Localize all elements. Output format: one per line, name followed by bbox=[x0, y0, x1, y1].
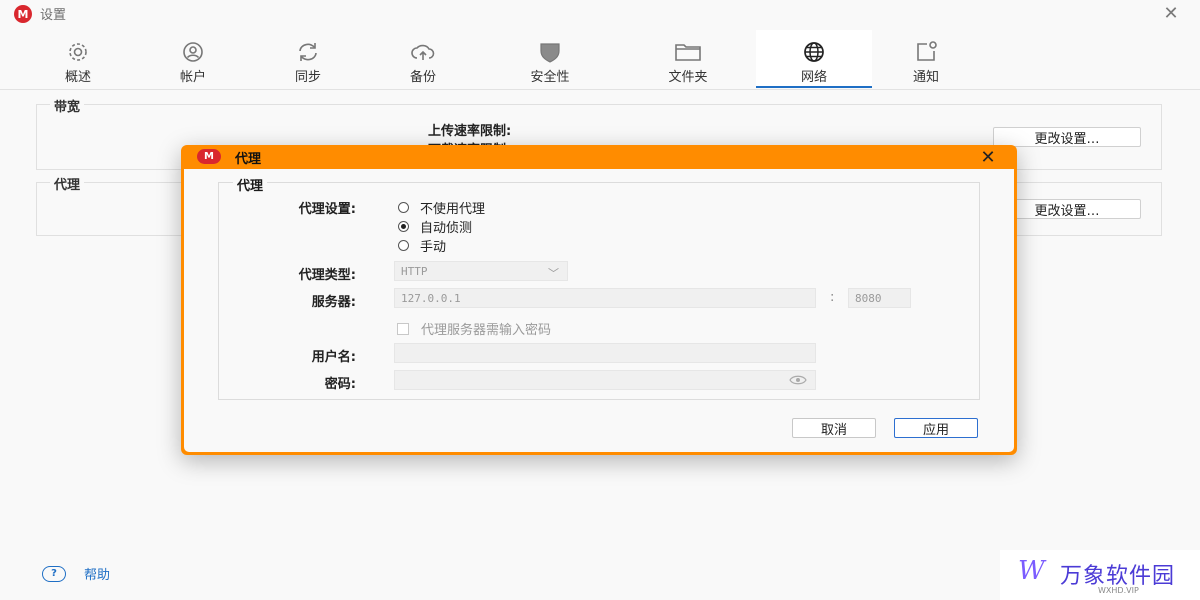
window-close-button[interactable]: ✕ bbox=[1160, 2, 1182, 24]
dialog-logo-icon: M bbox=[197, 149, 221, 164]
help-label: 帮助 bbox=[84, 568, 111, 583]
help-icon: ? bbox=[42, 565, 66, 582]
radio-manual[interactable]: 手动 bbox=[398, 236, 446, 255]
server-label: 服务器: bbox=[311, 295, 356, 310]
globe-icon bbox=[799, 40, 829, 64]
radio-circle[interactable] bbox=[398, 202, 409, 213]
tab-label: 文件夹 bbox=[668, 70, 708, 85]
checkbox-box[interactable] bbox=[397, 322, 409, 335]
tab-account[interactable]: 帐户 bbox=[155, 30, 231, 88]
radio-auto-detect[interactable]: 自动侦测 bbox=[398, 217, 472, 236]
radio-label: 自动侦测 bbox=[420, 221, 473, 236]
port-value: 8080 bbox=[855, 291, 882, 305]
folder-icon bbox=[673, 40, 703, 64]
gear-icon bbox=[63, 40, 93, 64]
tab-notifications[interactable]: 通知 bbox=[888, 30, 964, 88]
tabbar-divider bbox=[0, 89, 1200, 90]
watermark: W 万象软件园 WXHD.VIP bbox=[1000, 550, 1200, 600]
checkbox-label: 代理服务器需输入密码 bbox=[421, 323, 552, 338]
dialog-close-button[interactable]: ✕ bbox=[977, 146, 999, 168]
proxy-type-label: 代理类型: bbox=[298, 268, 356, 283]
apply-button[interactable]: 应用 bbox=[894, 418, 978, 438]
tab-label: 安全性 bbox=[530, 70, 570, 85]
cancel-button[interactable]: 取消 bbox=[792, 418, 876, 438]
radio-no-proxy[interactable]: 不使用代理 bbox=[398, 198, 485, 217]
tab-security[interactable]: 安全性 bbox=[510, 30, 590, 88]
watermark-logo-icon: W bbox=[1018, 556, 1045, 586]
server-value: 127.0.0.1 bbox=[401, 291, 461, 305]
watermark-subtext: WXHD.VIP bbox=[1098, 586, 1139, 595]
window-title: 设置 bbox=[40, 8, 67, 23]
tab-overview[interactable]: 概述 bbox=[40, 30, 116, 88]
window-titlebar: M 设置 ✕ bbox=[0, 0, 1200, 26]
radio-circle[interactable] bbox=[398, 240, 409, 251]
proxy-dialog: M 代理 ✕ 代理 代理设置: 不使用代理 自动侦测 手动 代理类型: HTTP… bbox=[181, 145, 1017, 455]
tab-backup[interactable]: 备份 bbox=[385, 30, 461, 88]
bandwidth-change-settings-button[interactable]: 更改设置… bbox=[993, 127, 1141, 147]
password-input[interactable] bbox=[394, 370, 816, 390]
chevron-down-icon: ﹀ bbox=[548, 267, 559, 280]
proxy-setting-label: 代理设置: bbox=[298, 202, 356, 217]
proxy-settings-group-title: 代理 bbox=[233, 175, 268, 194]
tab-network[interactable]: 网络 bbox=[756, 30, 872, 88]
app-logo-icon: M bbox=[14, 5, 32, 23]
radio-circle-selected[interactable] bbox=[398, 221, 409, 232]
radio-label: 手动 bbox=[420, 240, 447, 255]
port-separator: : bbox=[830, 290, 835, 305]
radio-label: 不使用代理 bbox=[420, 202, 486, 217]
help-link[interactable]: ? 帮助 bbox=[42, 564, 110, 583]
tab-label: 备份 bbox=[409, 70, 436, 85]
eye-icon[interactable] bbox=[789, 375, 807, 385]
dialog-titlebar: M 代理 ✕ bbox=[181, 145, 1017, 169]
password-label: 密码: bbox=[324, 377, 356, 392]
bandwidth-group-title: 带宽 bbox=[50, 96, 85, 115]
account-icon bbox=[178, 40, 208, 64]
auth-required-checkbox[interactable]: 代理服务器需输入密码 bbox=[397, 319, 551, 338]
tab-label: 帐户 bbox=[179, 70, 206, 85]
notification-icon bbox=[911, 40, 941, 64]
dialog-body: 代理 代理设置: 不使用代理 自动侦测 手动 代理类型: HTTP ﹀ 服务器:… bbox=[184, 169, 1014, 452]
dialog-title: 代理 bbox=[235, 152, 262, 167]
username-label: 用户名: bbox=[311, 350, 356, 365]
settings-tabbar: 概述 帐户 同步 备份 安全性 文件夹 网络 通知 bbox=[0, 30, 1200, 90]
username-input[interactable] bbox=[394, 343, 816, 363]
tab-label: 概述 bbox=[64, 70, 91, 85]
tab-label: 通知 bbox=[912, 70, 939, 85]
tab-folders[interactable]: 文件夹 bbox=[648, 30, 728, 88]
cloud-upload-icon bbox=[408, 40, 438, 64]
tab-label: 网络 bbox=[800, 70, 827, 85]
sync-icon bbox=[293, 40, 323, 64]
server-input[interactable]: 127.0.0.1 bbox=[394, 288, 816, 308]
tab-label: 同步 bbox=[294, 70, 321, 85]
proxy-type-select[interactable]: HTTP ﹀ bbox=[394, 261, 568, 281]
proxy-type-value: HTTP bbox=[401, 264, 428, 278]
proxy-group-title: 代理 bbox=[50, 174, 85, 193]
upload-limit-label: 上传速率限制: bbox=[428, 124, 512, 139]
tab-sync[interactable]: 同步 bbox=[270, 30, 346, 88]
shield-icon bbox=[535, 40, 565, 64]
port-input[interactable]: 8080 bbox=[848, 288, 911, 308]
